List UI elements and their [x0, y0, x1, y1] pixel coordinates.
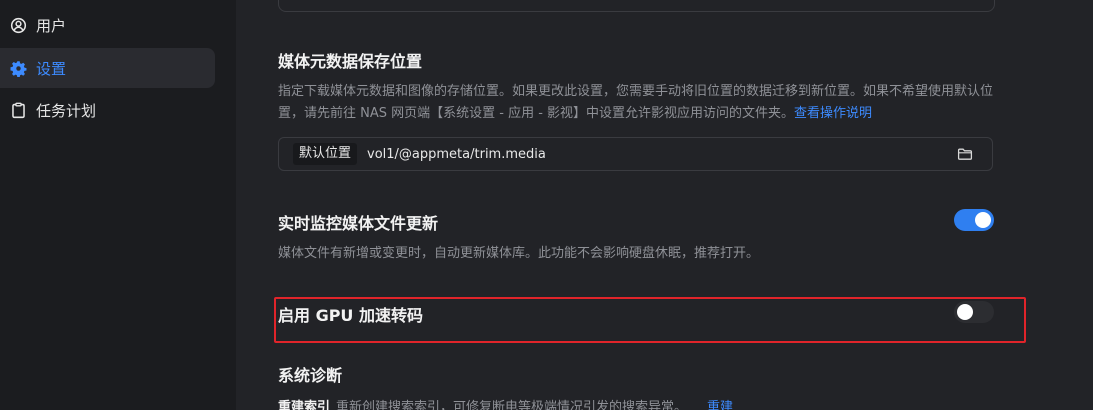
realtime-monitor-title: 实时监控媒体文件更新 [278, 214, 439, 233]
gear-icon [10, 60, 27, 77]
rebuild-index-row: 重建索引 重新创建搜索索引，可修复断电等极端情况引发的搜索异常。 重建 [278, 396, 733, 410]
sidebar-item-users[interactable]: 用户 [0, 5, 215, 45]
toggle-knob [975, 212, 991, 228]
sidebar: 用户 设置 任务计划 [0, 0, 236, 410]
realtime-monitor-toggle[interactable] [954, 209, 994, 231]
user-icon [10, 17, 27, 34]
rebuild-link[interactable]: 重建 [707, 400, 733, 410]
help-link[interactable]: 查看操作说明 [794, 106, 872, 121]
sidebar-item-label: 用户 [36, 16, 67, 35]
settings-content: 媒体元数据保存位置 指定下载媒体元数据和图像的存储位置。如果更改此设置，您需要手… [236, 0, 1093, 410]
sidebar-item-settings[interactable]: 设置 [0, 48, 215, 88]
toggle-knob [957, 304, 973, 320]
gpu-transcode-title: 启用 GPU 加速转码 [278, 306, 423, 325]
realtime-monitor-description: 媒体文件有新增或变更时，自动更新媒体库。此功能不会影响硬盘休眠，推荐打开。 [278, 246, 760, 261]
settings-window: 用户 设置 任务计划 媒体元数据保存位置 指定下载媒体元数据和图像的存储位置。如… [0, 0, 1093, 410]
rebuild-index-description: 重新创建搜索索引，可修复断电等极端情况引发的搜索异常。 [336, 400, 688, 410]
diagnostics-title: 系统诊断 [278, 366, 343, 385]
path-value: vol1/@appmeta/trim.media [367, 146, 546, 162]
path-tag: 默认位置 [293, 143, 358, 165]
folder-icon[interactable] [956, 145, 974, 163]
previous-field [278, 0, 995, 12]
sidebar-item-tasks[interactable]: 任务计划 [0, 90, 215, 130]
metadata-path-field[interactable]: 默认位置 vol1/@appmeta/trim.media [278, 137, 993, 171]
sidebar-item-label: 设置 [36, 59, 67, 78]
rebuild-index-label: 重建索引 [278, 400, 331, 410]
metadata-location-title: 媒体元数据保存位置 [278, 52, 423, 71]
clipboard-icon [10, 102, 27, 119]
metadata-location-description: 指定下载媒体元数据和图像的存储位置。如果更改此设置，您需要手动将旧位置的数据迁移… [278, 84, 994, 121]
gpu-transcode-toggle[interactable] [954, 301, 994, 323]
sidebar-item-label: 任务计划 [36, 101, 97, 120]
